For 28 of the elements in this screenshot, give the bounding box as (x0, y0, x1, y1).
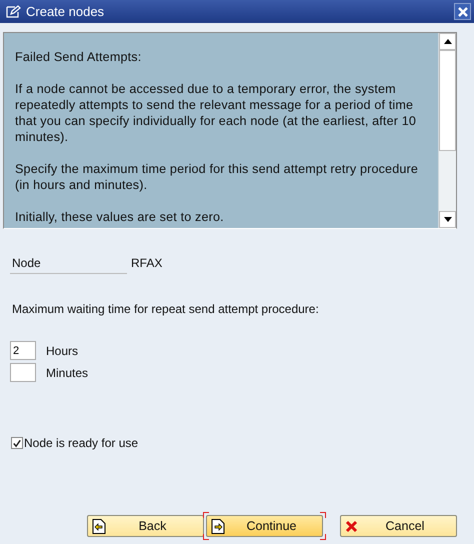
close-button[interactable] (454, 3, 471, 20)
node-value: RFAX (131, 256, 162, 272)
cancel-button[interactable]: Cancel (340, 515, 457, 537)
input-field[interactable]: 2 (10, 341, 36, 360)
forward-icon (211, 518, 225, 534)
down-arrow-icon (444, 217, 452, 222)
help-paragraph: Specify the maximum time period for this send attempt retry procedure (in hours and minutes). (15, 161, 420, 193)
help-paragraph: Initially, these values are set to zero. (15, 209, 225, 225)
edit-icon (6, 5, 21, 18)
scrollbar[interactable] (438, 33, 456, 228)
cancel-icon (345, 520, 358, 532)
continue-button[interactable]: Continue (206, 515, 323, 537)
field-label: Hours (46, 344, 78, 358)
back-button[interactable]: Back (87, 515, 204, 537)
help-heading: Failed Send Attempts: (15, 49, 142, 65)
up-arrow-icon (444, 39, 452, 44)
help-paragraph: If a node cannot be accessed due to a temporary error, the system repeatedly attempts to send the relevant message for a period of time that you can specify individually for each node (at the earliest, after 10 minutes). (15, 81, 418, 145)
field-label: Minutes (46, 366, 88, 380)
scroll-down-button[interactable] (439, 211, 456, 228)
checkbox-label: Node is ready for use (24, 436, 138, 450)
scroll-thumb[interactable] (439, 50, 456, 151)
scroll-up-button[interactable] (439, 33, 456, 50)
window-title: Create nodes (26, 4, 106, 19)
node-label: Node (10, 256, 127, 274)
checkbox[interactable] (11, 437, 23, 449)
waiting-time-label: Maximum waiting time for repeat send attempt procedure: (12, 302, 320, 316)
back-icon (92, 518, 106, 534)
input-field[interactable] (10, 363, 36, 382)
